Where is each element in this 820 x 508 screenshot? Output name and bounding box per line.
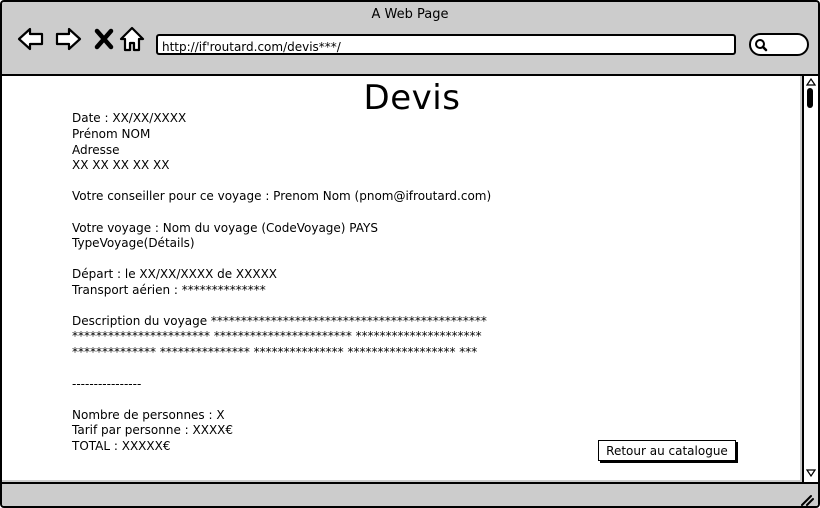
client-name: Prénom NOM: [72, 127, 151, 141]
separator: ----------------: [72, 377, 142, 391]
persons-count: Nombre de personnes : X: [72, 408, 225, 422]
scroll-up-arrow-icon[interactable]: [806, 78, 816, 86]
price-per-person: Tarif par personne : XXXX€: [72, 423, 234, 437]
search-box[interactable]: [749, 33, 809, 56]
scroll-down-arrow-icon[interactable]: [806, 469, 816, 477]
search-icon: [755, 39, 768, 52]
status-bar: [2, 482, 818, 506]
home-icon[interactable]: [118, 24, 148, 54]
trip-type: TypeVoyage(Détails): [72, 236, 195, 250]
close-icon[interactable]: [90, 24, 120, 54]
advisor-info: Votre conseiller pour ce voyage : Prenom…: [72, 189, 492, 203]
back-to-catalog-button[interactable]: Retour au catalogue: [598, 440, 736, 461]
client-phone: XX XX XX XX XX: [72, 158, 170, 172]
back-icon[interactable]: [16, 24, 46, 54]
client-address: Adresse: [72, 143, 120, 157]
trip-description: Description du voyage ******************…: [72, 314, 487, 328]
url-bar[interactable]: [156, 34, 736, 55]
transport-info: Transport aérien : **************: [72, 283, 266, 297]
page-content: Devis Date : XX/XX/XXXX Prénom NOM Adres…: [2, 76, 800, 480]
title-bar: A Web Page: [2, 2, 818, 76]
forward-icon[interactable]: [53, 24, 83, 54]
window-title: A Web Page: [371, 7, 449, 22]
resize-grip-icon[interactable]: [798, 492, 814, 506]
vertical-scrollbar[interactable]: [802, 76, 818, 482]
url-input[interactable]: [158, 39, 726, 55]
trip-name: Votre voyage : Nom du voyage (CodeVoyage…: [72, 221, 378, 235]
quote-date: Date : XX/XX/XXXX: [72, 111, 187, 125]
browser-window: A Web Page http://if'routard.com/devis**…: [0, 0, 820, 508]
scrollbar-thumb[interactable]: [807, 88, 813, 108]
trip-description-line: *********************** ****************…: [72, 329, 482, 343]
total-price: TOTAL : XXXXX€: [72, 439, 171, 453]
trip-description-line: ************** *************** *********…: [72, 345, 478, 359]
departure-info: Départ : le XX/XX/XXXX de XXXXX: [72, 267, 278, 281]
